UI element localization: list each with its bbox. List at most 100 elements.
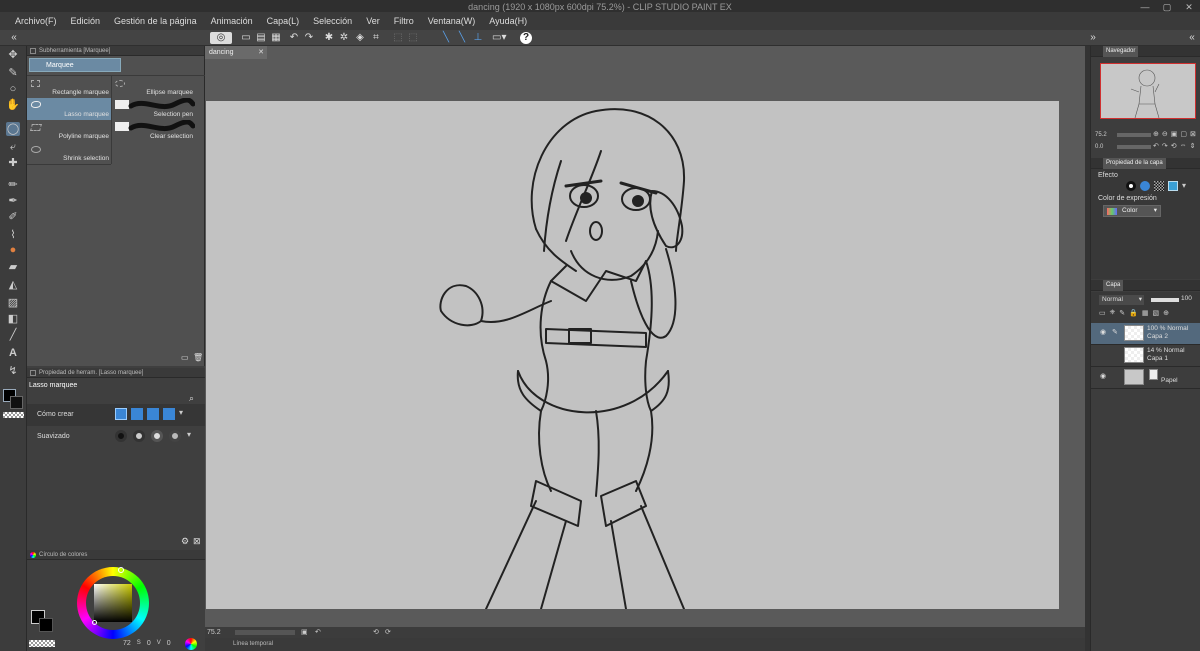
ruler-link-icon[interactable]: ⊕ [1163,309,1169,317]
color-wheel-tab-icon[interactable] [30,552,36,558]
reset-rotation-icon[interactable]: ⟲ [373,627,379,638]
redo-icon[interactable]: ↷ [303,32,315,44]
collapse-left-icon[interactable]: « [8,32,20,44]
fit-icon[interactable]: ▢ [1180,130,1187,138]
help-icon[interactable]: ? [520,32,532,44]
color-mode-icon[interactable] [185,638,197,650]
antialias-weak-icon[interactable] [133,430,145,442]
panel-menu-icon[interactable] [30,370,36,376]
hue-ring[interactable] [77,567,149,639]
undo-icon[interactable]: ↶ [288,32,300,44]
tone-effect-icon[interactable] [1154,181,1164,191]
clip-layer-icon[interactable]: ▭ [1099,309,1106,317]
decoration-icon[interactable]: ● [6,243,20,257]
eraser-icon[interactable]: ▰ [6,260,20,274]
subtool-lasso-marquee[interactable]: Lasso marquee [27,98,111,120]
fill-tool-icon[interactable]: ▨ [6,296,20,310]
sub-color-swatch[interactable] [39,618,53,632]
lock-layer-icon[interactable]: 🔒 [1129,309,1138,317]
snap-grid-icon[interactable]: ⊥ [472,32,484,44]
color-effect-icon[interactable] [1168,181,1178,191]
correct-line-icon[interactable]: ↯ [6,364,20,378]
new-subtool-icon[interactable]: ▭ [181,353,189,362]
menu-edicion[interactable]: Edición [64,12,108,30]
display-settings-icon[interactable]: ▭▾ [492,32,506,44]
zoom-out-icon[interactable]: ⊖ [1162,130,1168,138]
clear-icon[interactable]: ✱ [323,32,335,44]
chevron-down-icon[interactable]: ▾ [179,408,183,420]
move-tool-icon[interactable]: ✥ [6,48,20,62]
drawing-canvas[interactable] [206,101,1059,609]
blend-icon[interactable]: ◭ [6,278,20,292]
lock-transparency-icon[interactable]: ▦ [1142,309,1149,317]
menu-archivo[interactable]: Archivo(F) [8,12,64,30]
flip-horizontal-icon[interactable]: ⇔ [1180,142,1187,150]
collapse-right-icon[interactable]: » [1087,32,1099,44]
figure-icon[interactable]: ╱ [6,328,20,342]
layer-color-icon[interactable] [1140,181,1150,191]
blend-mode-select[interactable]: Normal ▾ [1099,295,1144,305]
close-tab-icon[interactable]: ✕ [258,46,264,59]
invert-selection-icon[interactable]: ⬚ [407,32,419,44]
navigator-zoom-slider[interactable] [1117,133,1151,137]
zoom-value[interactable]: 75.2 [207,629,221,636]
flip-icon[interactable]: ⟳ [385,627,391,638]
hue-handle[interactable] [118,567,124,573]
settings-icon[interactable]: ⚙ [181,536,189,547]
document-tab[interactable]: dancing ✕ [205,46,267,59]
menu-ayuda[interactable]: Ayuda(H) [482,12,534,30]
pencil-icon[interactable]: ✏ [6,178,20,192]
brush-icon[interactable]: ✐ [6,210,20,224]
menu-capa[interactable]: Capa(L) [260,12,307,30]
transform-icon[interactable]: ⌗ [370,32,382,44]
saturation-value-square[interactable] [94,584,132,622]
layer-row[interactable]: ◉ Papel [1091,367,1200,389]
lasso-tool-icon[interactable]: ◯ [6,122,20,136]
marquee-group-tab[interactable]: Marquee [29,58,121,72]
layer-tab[interactable]: Capa [1103,280,1124,291]
rotate-ccw-icon[interactable]: ↶ [1153,142,1159,150]
fit-window-icon[interactable]: ⊠ [1190,130,1196,138]
subtool-clear-selection[interactable]: Clear selection [111,120,195,142]
navigator-zoom[interactable]: 75.2 [1095,132,1107,138]
zoom-slider[interactable] [235,630,295,635]
intersect-selection-icon[interactable] [163,408,175,420]
delete-subtool-icon[interactable]: 🗑 [193,353,203,362]
reset-rotate-icon[interactable]: ⟲ [1171,142,1177,150]
rotate-left-icon[interactable]: ↶ [315,627,321,638]
menu-filtro[interactable]: Filtro [387,12,421,30]
navigator-angle[interactable]: 0.0 [1095,144,1103,150]
snap-ruler-icon[interactable]: ╲ [440,32,452,44]
antialias-strong-icon[interactable] [169,430,181,442]
transparent-swatch[interactable] [29,640,55,647]
operation-tool-icon[interactable]: ○ [6,82,20,96]
pen-tool-icon[interactable]: ✎ [6,66,20,80]
menu-gestion-pagina[interactable]: Gestión de la página [107,12,204,30]
fill-icon[interactable]: ◈ [354,32,366,44]
menu-ventana[interactable]: Ventana(W) [421,12,483,30]
save-icon[interactable]: ▦ [270,32,282,44]
flip-vertical-icon[interactable]: ⇕ [1190,142,1196,150]
subtract-selection-icon[interactable] [147,408,159,420]
search-icon[interactable]: ⌕ [189,393,194,404]
menu-ver[interactable]: Ver [359,12,387,30]
chevron-down-icon[interactable]: ▾ [1182,181,1186,191]
text-tool-icon[interactable]: A [6,346,20,360]
antialias-medium-icon[interactable] [151,430,163,442]
layer-row[interactable]: 14 % Normal Capa 1 [1091,345,1200,367]
subtool-polyline-marquee[interactable]: Polyline marquee [27,120,111,142]
eye-icon[interactable]: ◉ [1100,329,1108,336]
reference-layer-icon[interactable]: ⎈ [1110,309,1116,317]
value-handle[interactable] [92,620,97,625]
deselect-icon[interactable]: ⬚ [392,32,404,44]
zoom-in-icon[interactable]: ⊕ [1153,130,1159,138]
actual-size-icon[interactable]: ▣ [1171,130,1178,138]
layer-row[interactable]: ◉ ✎ 100 % Normal Capa 2 [1091,323,1200,345]
new-selection-icon[interactable] [115,408,127,420]
eye-icon[interactable]: ◉ [1100,373,1108,380]
navigator-rotation-slider[interactable] [1117,145,1151,149]
sub-color-swatch[interactable] [10,396,23,409]
select-layer-icon[interactable]: ⤶ [6,140,20,154]
clear-outside-icon[interactable]: ✲ [338,32,350,44]
open-file-icon[interactable]: ▤ [255,32,267,44]
